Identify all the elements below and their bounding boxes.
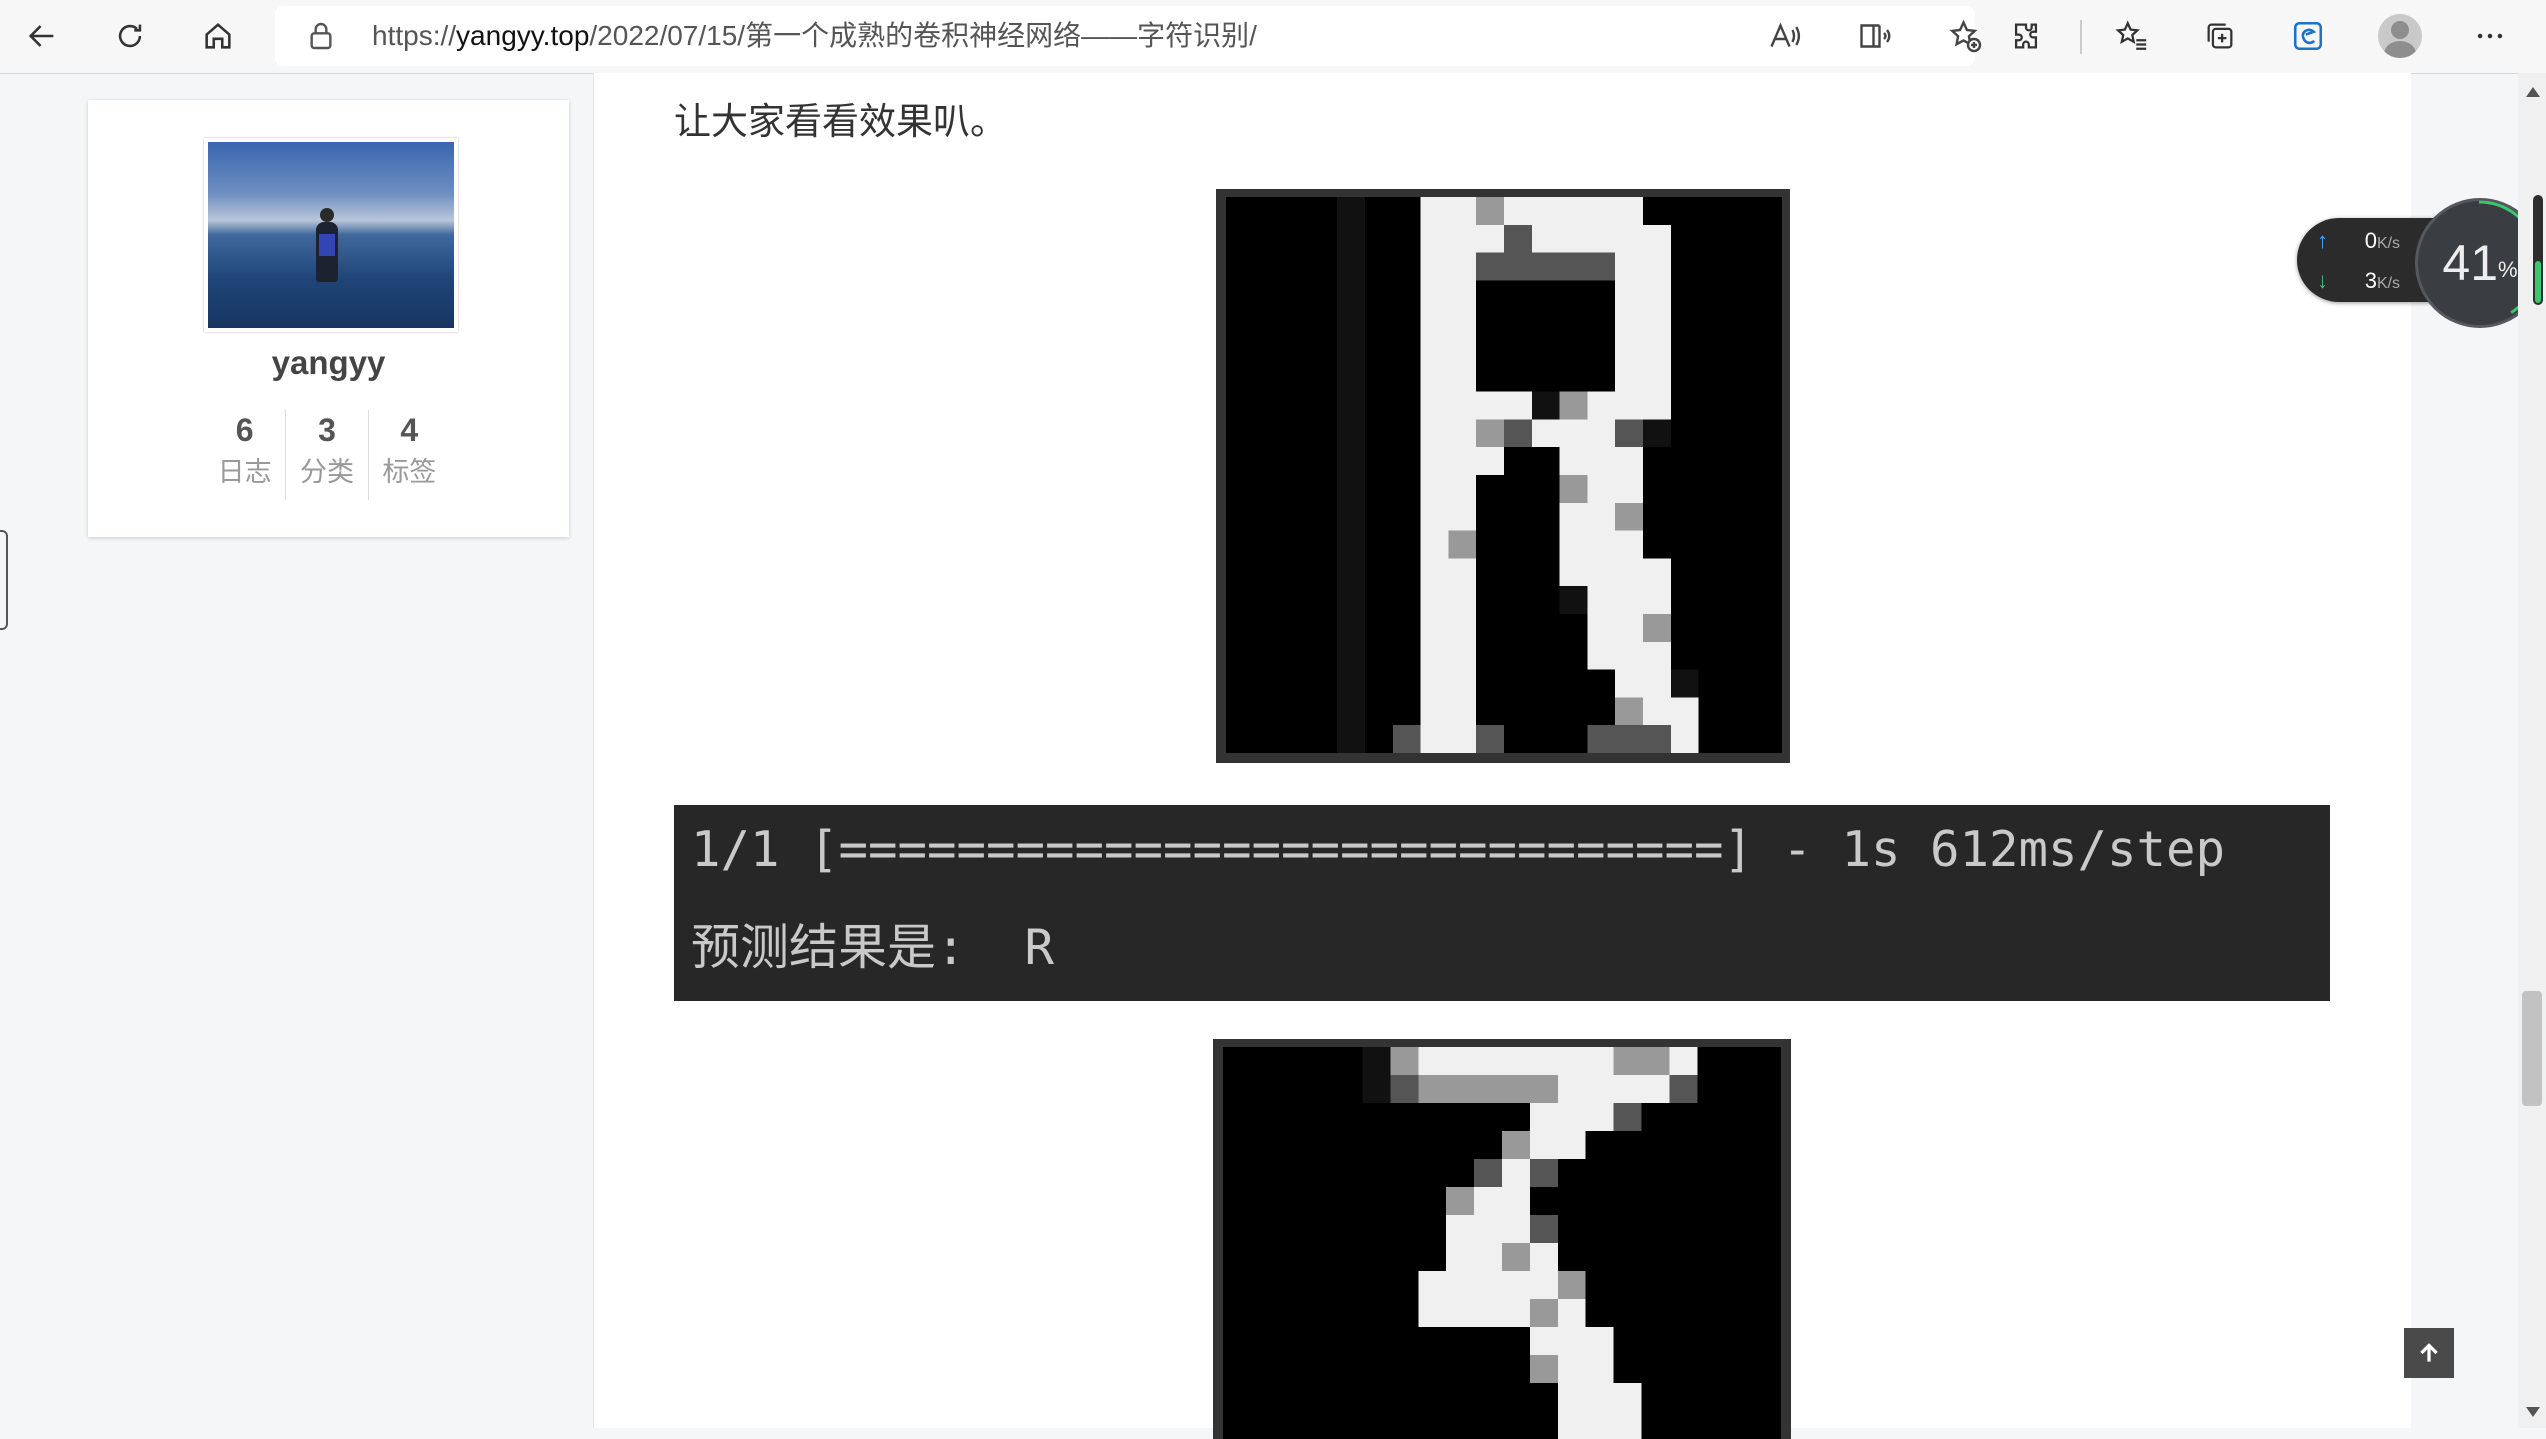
back-icon[interactable] <box>14 8 70 64</box>
usage-level-fill <box>2535 261 2541 303</box>
stat-categories[interactable]: 3 分类 <box>285 410 367 500</box>
home-icon[interactable] <box>190 8 246 64</box>
code-line: 1/1 [==============================] - 1… <box>691 821 2226 878</box>
address-bar[interactable]: https://yangyy.top/2022/07/15/第一个成熟的卷积神经… <box>275 6 1982 66</box>
extensions-icon[interactable] <box>1998 8 2054 64</box>
download-arrow-icon: ↓ <box>2317 268 2328 293</box>
url-text[interactable]: https://yangyy.top/2022/07/15/第一个成熟的卷积神经… <box>372 6 1257 66</box>
scroll-down-arrow-icon[interactable] <box>2526 1407 2540 1417</box>
upload-unit: K/s <box>2376 235 2401 252</box>
stat-label: 日志 <box>217 457 272 487</box>
url-path: /2022/07/15/第一个成熟的卷积神经网络——字符识别/ <box>589 20 1257 51</box>
author-avatar[interactable] <box>204 138 458 332</box>
character-image-3[interactable] <box>1213 1039 1791 1439</box>
author-card: yangyy 6 日志 3 分类 4 标签 <box>88 100 569 537</box>
stat-count: 4 <box>400 412 419 448</box>
code-block: 1/1 [==============================] - 1… <box>674 805 2330 1001</box>
upload-arrow-icon: ↑ <box>2317 228 2328 253</box>
character-image-r[interactable] <box>1216 189 1790 763</box>
pixel-glyph-3 <box>1223 1047 1781 1439</box>
usage-level-indicator <box>2533 195 2543 305</box>
scroll-up-arrow-icon[interactable] <box>2526 87 2540 97</box>
url-prefix: https:// <box>372 20 457 51</box>
scrollbar-thumb[interactable] <box>2522 991 2542 1106</box>
pixel-glyph-r <box>1226 197 1782 753</box>
post-paragraph: 让大家看看效果叭。 <box>674 101 1007 142</box>
author-name: yangyy <box>271 344 386 381</box>
stat-label: 分类 <box>299 457 354 487</box>
download-speed: 3 <box>2364 268 2377 293</box>
immersive-reader-icon[interactable] <box>1857 18 1893 54</box>
read-aloud-icon[interactable] <box>1767 18 1803 54</box>
upload-speed: 0 <box>2364 228 2377 253</box>
stat-count: 3 <box>318 412 336 448</box>
arrow-up-icon <box>2420 1343 2438 1362</box>
sidebar-toggle-tab[interactable] <box>0 530 8 630</box>
add-favorite-icon[interactable] <box>1947 18 1983 54</box>
refresh-icon[interactable] <box>102 8 158 64</box>
stat-tags[interactable]: 4 标签 <box>367 410 450 500</box>
edge-sidebar-icon[interactable] <box>2280 8 2336 64</box>
code-line: 预测结果是: R <box>691 919 1055 976</box>
browser-toolbar: https://yangyy.top/2022/07/15/第一个成熟的卷积神经… <box>0 0 2546 74</box>
toolbar-divider <box>2080 20 2082 54</box>
lock-icon[interactable] <box>305 20 337 52</box>
download-unit: K/s <box>2376 275 2401 292</box>
stat-posts[interactable]: 6 日志 <box>204 410 285 500</box>
favorites-icon[interactable] <box>2104 8 2160 64</box>
site-stats: 6 日志 3 分类 4 标签 <box>204 410 450 500</box>
collections-icon[interactable] <box>2192 8 2248 64</box>
avatar-person-figure <box>316 208 338 282</box>
back-to-top-button[interactable] <box>2404 1328 2454 1378</box>
profile-avatar-icon[interactable] <box>2378 14 2422 58</box>
url-host: yangyy.top <box>456 20 590 51</box>
stat-count: 6 <box>235 412 254 448</box>
more-menu-icon[interactable] <box>2462 8 2518 64</box>
post-body: 让大家看看效果叭。 1/1 [=========================… <box>593 73 2411 1439</box>
stat-label: 标签 <box>382 457 437 487</box>
